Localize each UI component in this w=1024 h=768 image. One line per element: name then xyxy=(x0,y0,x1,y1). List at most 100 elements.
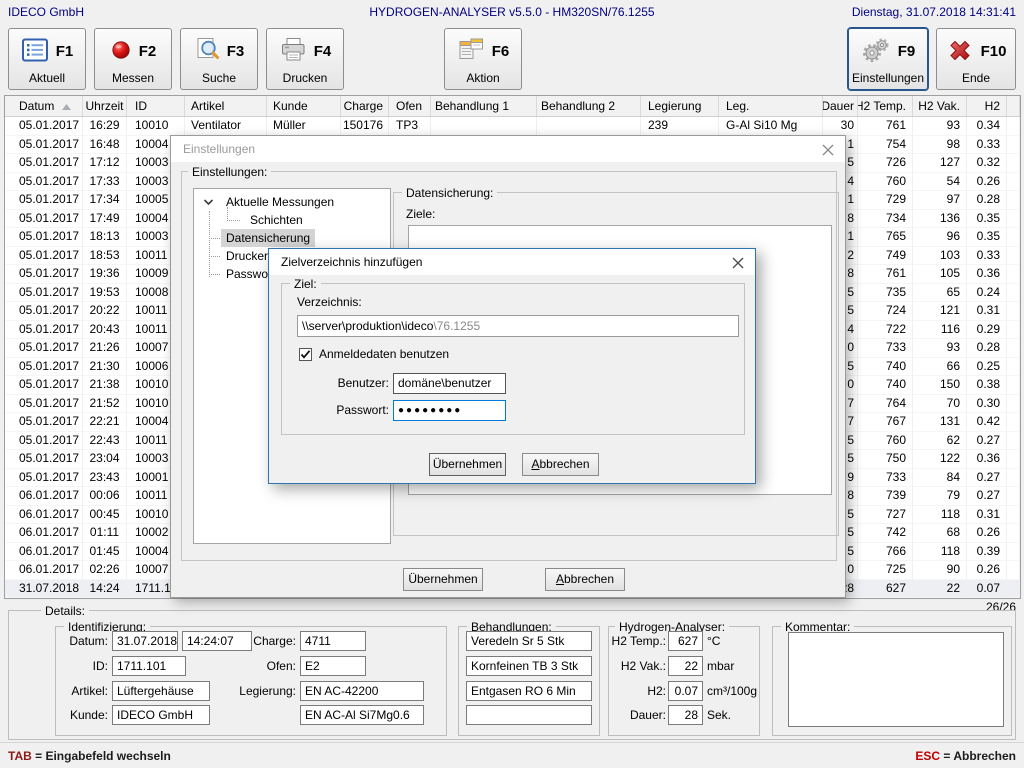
ende-f10-button[interactable]: F10 Ende xyxy=(936,28,1016,90)
fkey-label: F6 xyxy=(492,43,510,60)
table-cell: 0.33 xyxy=(967,136,1007,155)
datum-label: Datum: xyxy=(40,634,108,648)
behandlung4-field[interactable] xyxy=(466,705,592,725)
kunde-field[interactable]: IDECO GmbH xyxy=(112,705,210,725)
table-cell xyxy=(1007,284,1020,303)
table-cell: 17:34 xyxy=(83,191,127,210)
einstellungen-f9-button[interactable]: F9 Einstellungen xyxy=(848,28,928,90)
table-cell xyxy=(1007,450,1020,469)
table-cell: 150 xyxy=(913,376,967,395)
column-header-leg-[interactable]: Leg. xyxy=(719,96,823,116)
table-cell: 0.26 xyxy=(967,524,1007,543)
suche-f3-button[interactable]: F3 Suche xyxy=(180,28,258,90)
app-window: IDECO GmbH HYDROGEN-ANALYSER v5.5.0 - HM… xyxy=(0,0,1024,768)
table-cell: 66 xyxy=(913,358,967,377)
table-cell xyxy=(537,117,641,136)
id-field[interactable]: 1711.101 xyxy=(112,656,186,676)
table-cell xyxy=(1007,487,1020,506)
charge-field[interactable]: 4711 xyxy=(300,631,366,651)
target-cancel-button[interactable]: Abbrechen xyxy=(522,453,599,476)
column-header-behandlung-2[interactable]: Behandlung 2 xyxy=(537,96,641,116)
table-cell: 767 xyxy=(858,413,913,432)
table-cell: 96 xyxy=(913,228,967,247)
datum-field[interactable]: 31.07.2018 xyxy=(112,631,178,651)
table-row[interactable]: 05.01.201716:2910010VentilatorMüller1501… xyxy=(5,117,1020,136)
table-cell: 150176 xyxy=(341,117,389,136)
table-cell: 766 xyxy=(858,543,913,562)
tree-item-schichten[interactable]: Schichten xyxy=(194,211,390,229)
behandlung3-field[interactable]: Entgasen RO 6 Min xyxy=(466,681,592,701)
close-icon[interactable] xyxy=(731,256,745,270)
aktion-f6-button[interactable]: F6 Aktion xyxy=(444,28,522,90)
h2-field[interactable]: 0.07 xyxy=(668,681,703,701)
column-header-artikel[interactable]: Artikel xyxy=(185,96,267,116)
table-cell: 70 xyxy=(913,395,967,414)
column-header-ofen[interactable]: Ofen xyxy=(389,96,431,116)
passwort-input[interactable]: ●●●●●●●● xyxy=(393,400,506,421)
messen-f2-button[interactable]: F2 Messen xyxy=(94,28,172,90)
column-header-id[interactable]: ID xyxy=(127,96,185,116)
behandlung2-field[interactable]: Kornfeinen TB 3 Stk xyxy=(466,656,592,676)
column-header-h2-vak-[interactable]: H2 Vak. xyxy=(913,96,967,116)
h2vak-field[interactable]: 22 xyxy=(668,656,703,676)
table-cell: 750 xyxy=(858,450,913,469)
column-header-datum[interactable]: Datum xyxy=(5,96,83,116)
anmeldedaten-checkbox[interactable] xyxy=(299,348,312,361)
table-cell: 0.31 xyxy=(967,302,1007,321)
search-icon xyxy=(194,37,220,65)
verzeichnis-input[interactable]: \\server\produktion\ideco\76.1255 xyxy=(297,315,739,337)
chevron-down-icon[interactable] xyxy=(203,193,214,211)
table-cell xyxy=(1007,173,1020,192)
dauer-unit: Sek. xyxy=(707,708,731,722)
table-cell: 31.07.2018 xyxy=(5,580,83,599)
einstellungen-dialog-title: Einstellungen xyxy=(183,142,255,156)
tree-item-datensicherung[interactable]: Datensicherung xyxy=(194,229,390,247)
gears-icon xyxy=(861,37,891,66)
column-header-legierung[interactable]: Legierung xyxy=(641,96,719,116)
legierung2-field[interactable]: EN AC-Al Si7Mg0.6 xyxy=(300,705,424,725)
ofen-field[interactable]: E2 xyxy=(300,656,366,676)
details-legend: Details: xyxy=(41,604,89,618)
datensicherung-groupbox-legend: Datensicherung: xyxy=(402,186,497,200)
kommentar-field[interactable] xyxy=(788,632,1004,727)
sort-asc-icon xyxy=(62,97,71,116)
table-cell: 0.27 xyxy=(967,432,1007,451)
ofen-label: Ofen: xyxy=(230,659,296,673)
status-bar: TAB = Eingabefeld wechseln ESC = Abbrech… xyxy=(0,742,1024,768)
table-cell xyxy=(1007,265,1020,284)
column-header-charge[interactable]: Charge xyxy=(341,96,389,116)
settings-apply-button[interactable]: Übernehmen xyxy=(403,568,483,591)
benutzer-input[interactable]: domäne\benutzer xyxy=(393,373,506,394)
aktuell-f1-button[interactable]: F1 Aktuell xyxy=(8,28,86,90)
table-cell: 19:53 xyxy=(83,284,127,303)
column-header-h2[interactable]: H2 xyxy=(967,96,1007,116)
column-header-kunde[interactable]: Kunde xyxy=(267,96,341,116)
anmeldedaten-checkbox-label[interactable]: Anmeldedaten benutzen xyxy=(319,347,449,361)
table-cell xyxy=(1007,561,1020,580)
clock-datetime: Dienstag, 31.07.2018 14:31:41 xyxy=(852,5,1016,19)
behandlung1-field[interactable]: Veredeln Sr 5 Stk xyxy=(466,631,592,651)
artikel-field[interactable]: Lüftergehäuse xyxy=(112,681,210,701)
table-cell: 19:36 xyxy=(83,265,127,284)
close-icon[interactable] xyxy=(821,143,835,157)
target-apply-button[interactable]: Übernehmen xyxy=(429,453,506,476)
button-label: Ende xyxy=(937,71,1015,85)
drucken-f4-button[interactable]: F4 Drucken xyxy=(266,28,344,90)
table-cell: 05.01.2017 xyxy=(5,339,83,358)
dauer-field[interactable]: 28 xyxy=(668,705,703,725)
table-cell: 05.01.2017 xyxy=(5,210,83,229)
column-header-h2-temp-[interactable]: H2 Temp. xyxy=(858,96,913,116)
table-cell: 93 xyxy=(913,117,967,136)
column-header-dauer[interactable]: Dauer xyxy=(823,96,858,116)
button-label: Drucken xyxy=(267,71,343,85)
table-cell: 62 xyxy=(913,432,967,451)
column-header-uhrzeit[interactable]: Uhrzeit xyxy=(83,96,127,116)
table-cell: 765 xyxy=(858,228,913,247)
column-header-behandlung-1[interactable]: Behandlung 1 xyxy=(431,96,537,116)
legierung-field[interactable]: EN AC-42200 xyxy=(300,681,424,701)
settings-cancel-button[interactable]: Abbrechen xyxy=(545,568,625,591)
einstellungen-groupbox-legend: Einstellungen: xyxy=(188,165,271,179)
table-cell: 17:49 xyxy=(83,210,127,229)
h2temp-field[interactable]: 627 xyxy=(668,631,703,651)
tree-item-aktuelle-messungen[interactable]: Aktuelle Messungen xyxy=(194,193,390,211)
